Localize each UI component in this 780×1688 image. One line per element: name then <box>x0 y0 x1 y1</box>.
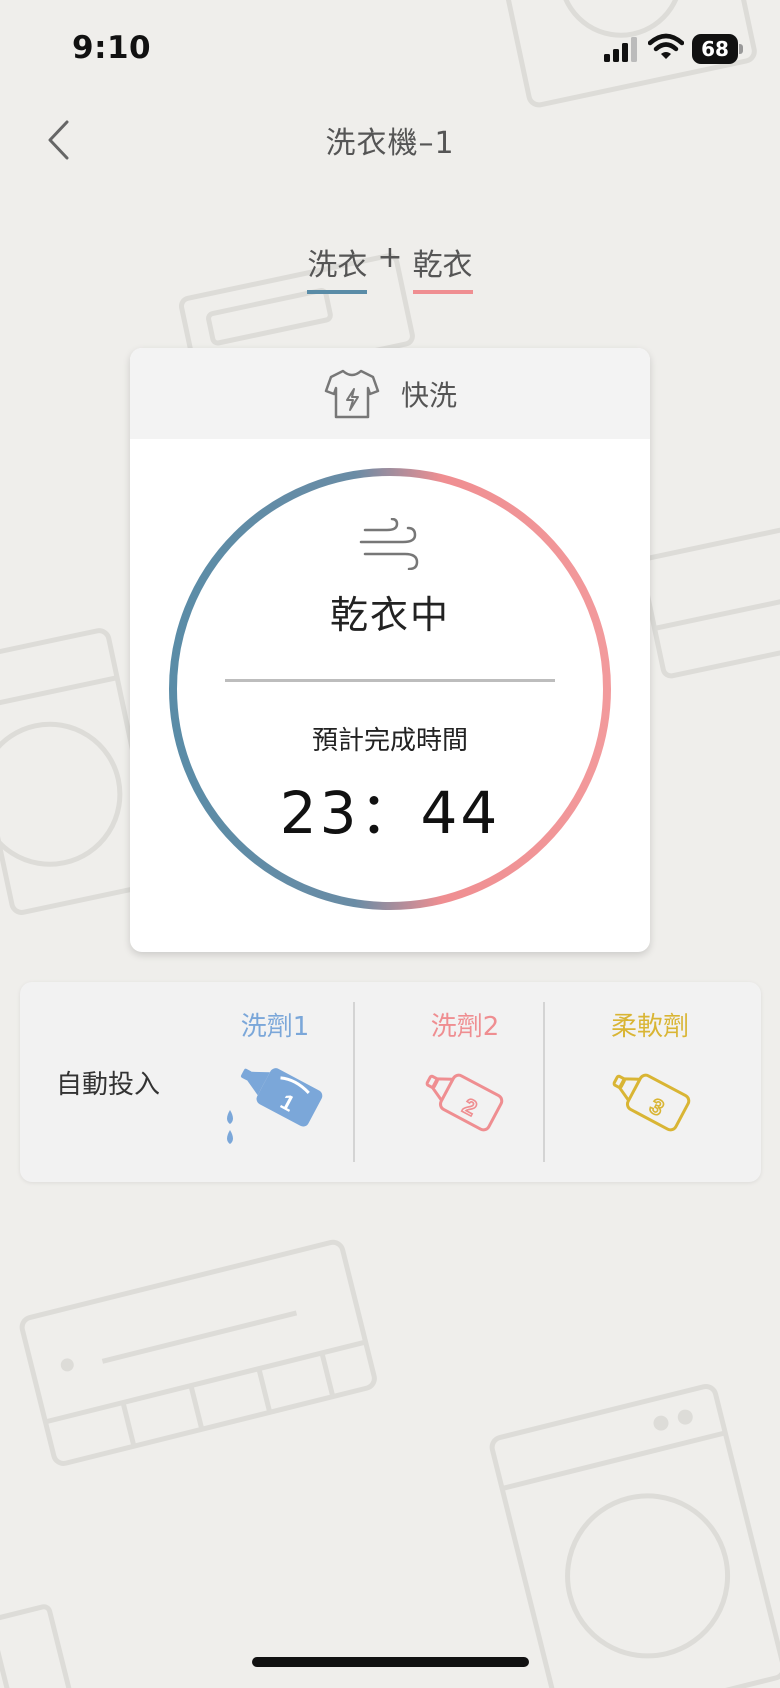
program-header: 快洗 <box>130 348 650 439</box>
mode-wash-label: 洗衣 <box>307 240 368 294</box>
home-indicator[interactable] <box>252 1657 529 1667</box>
softener-toggle[interactable]: 柔軟劑 3 <box>560 982 740 1182</box>
program-label: 快洗 <box>400 378 457 412</box>
battery-tip <box>739 44 743 54</box>
eta-label: 預計完成時間 <box>311 726 468 756</box>
divider <box>353 1002 355 1162</box>
status-bar: 9:10 68 <box>0 0 780 100</box>
detergent-2-toggle[interactable]: 洗劑2 2 <box>370 982 560 1182</box>
auto-dose-panel: 自動投入 洗劑1 1 洗劑2 2 柔軟劑 3 <box>20 982 761 1182</box>
softener-label: 柔軟劑 <box>610 1012 689 1042</box>
auto-dose-label: 自動投入 <box>56 1070 161 1100</box>
cellular-signal-icon <box>604 37 637 62</box>
battery-indicator: 68 <box>692 34 744 64</box>
wind-drying-icon <box>359 518 419 570</box>
bottle-2-number: 2 <box>459 1093 482 1121</box>
page-title: 洗衣機–1 <box>325 126 455 161</box>
status-area: 乾衣中 <box>130 518 650 639</box>
divider <box>543 1002 545 1162</box>
detergent-1-toggle[interactable]: 洗劑1 1 <box>190 982 360 1182</box>
detergent-bottle-2-icon: 2 <box>425 1073 504 1132</box>
detergent-1-label: 洗劑1 <box>240 1012 310 1042</box>
cycle-status-text: 乾衣中 <box>329 593 450 637</box>
softener-bottle-3-icon: 3 <box>612 1073 691 1132</box>
detergent-2-label: 洗劑2 <box>430 1012 500 1042</box>
quick-wash-shirt-icon <box>324 369 380 418</box>
status-time: 9:10 <box>72 30 152 66</box>
cycle-status-card: 快洗 乾衣中 預計完成時間 23：44 <box>130 348 650 952</box>
detergent-bottle-1-icon: 1 <box>227 1068 323 1144</box>
divider <box>225 679 555 682</box>
eta-time: 23：44 <box>279 779 501 847</box>
mode-dry-label: 乾衣 <box>412 240 473 294</box>
cycle-mode: 洗衣 + 乾衣 <box>0 240 780 294</box>
bottle-3-number: 3 <box>646 1093 669 1121</box>
mode-plus: + <box>377 240 403 275</box>
wifi-icon <box>648 33 684 59</box>
battery-level: 68 <box>692 34 738 64</box>
